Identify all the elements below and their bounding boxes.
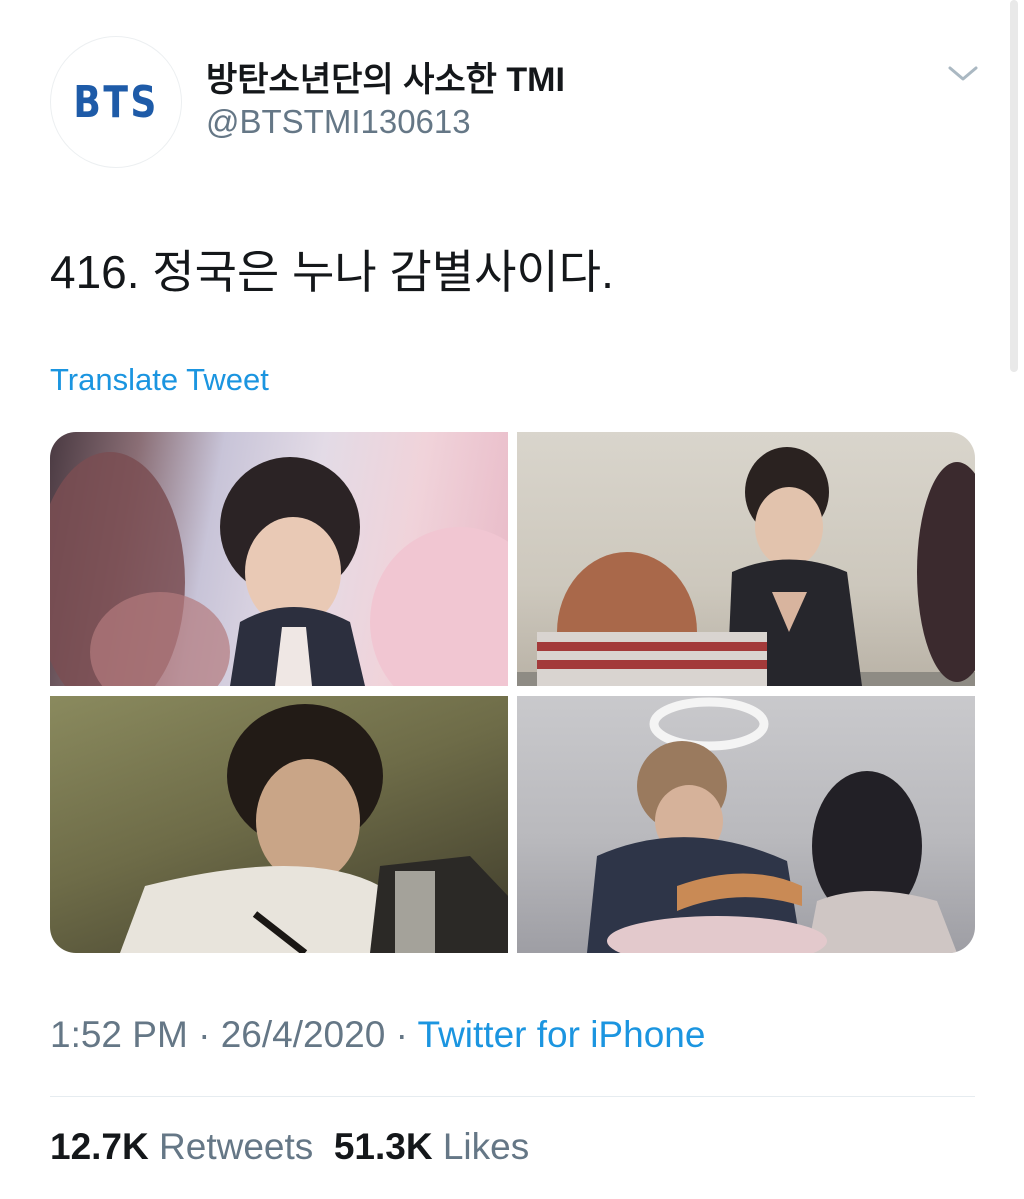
scrollbar[interactable] bbox=[1010, 0, 1018, 372]
avatar-logo-text: BTS bbox=[73, 76, 159, 128]
divider bbox=[50, 1096, 975, 1097]
profile-avatar[interactable]: BTS bbox=[50, 36, 182, 168]
tweet-source-link[interactable]: Twitter for iPhone bbox=[418, 1014, 706, 1055]
chevron-down-icon[interactable] bbox=[946, 62, 980, 84]
tweet-photo-2[interactable] bbox=[517, 432, 975, 686]
user-handle[interactable]: @BTSTMI130613 bbox=[206, 103, 471, 141]
likes-stat[interactable]: 51.3K Likes bbox=[334, 1126, 529, 1167]
tweet-text: 416. 정국은 누나 감별사이다. bbox=[50, 246, 614, 298]
meta-separator: · bbox=[385, 1014, 418, 1055]
tweet-photo-3[interactable] bbox=[50, 696, 508, 953]
tweet-photo-4[interactable] bbox=[517, 696, 975, 953]
tweet-meta: 1:52 PM · 26/4/2020 · Twitter for iPhone bbox=[50, 1014, 705, 1056]
likes-label: Likes bbox=[442, 1126, 530, 1167]
translate-tweet-link[interactable]: Translate Tweet bbox=[50, 362, 269, 398]
meta-separator: · bbox=[187, 1014, 221, 1055]
retweets-stat[interactable]: 12.7K Retweets bbox=[50, 1126, 313, 1167]
retweets-count: 12.7K bbox=[50, 1126, 149, 1167]
tweet-photo-1[interactable] bbox=[50, 432, 508, 686]
display-name[interactable]: 방탄소년단의 사소한 TMI bbox=[206, 52, 565, 101]
retweets-label: Retweets bbox=[159, 1126, 314, 1167]
media-grid bbox=[50, 432, 975, 953]
likes-count: 51.3K bbox=[333, 1126, 433, 1167]
tweet-time: 1:52 PM bbox=[50, 1014, 188, 1055]
tweet-date: 26/4/2020 bbox=[220, 1014, 386, 1055]
tweet-stats: 12.7K Retweets 51.3K Likes bbox=[50, 1126, 529, 1168]
